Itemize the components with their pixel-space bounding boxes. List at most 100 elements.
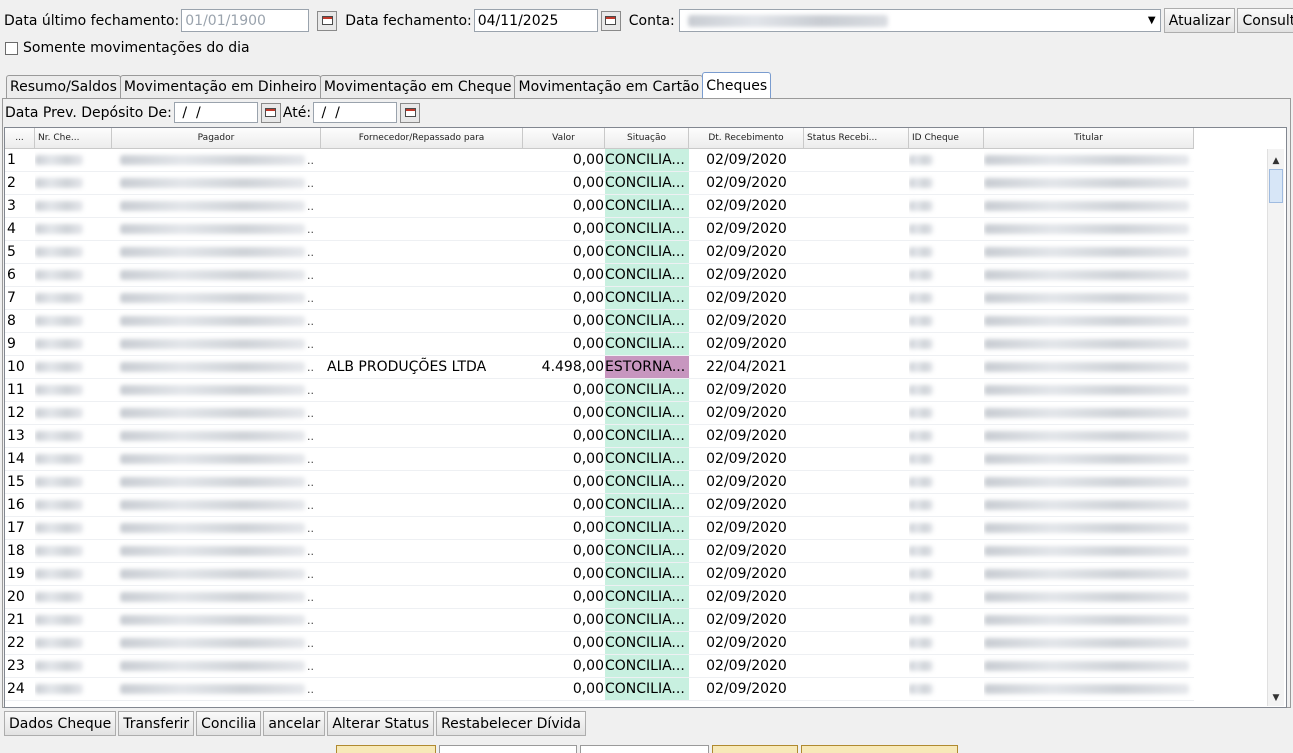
table-row[interactable]: 3.. 0,00 CONCILIA... 02/09/2020: [5, 195, 1194, 218]
table-row[interactable]: 18.. 0,00 CONCILIA... 02/09/2020: [5, 540, 1194, 563]
row-number: 20: [5, 586, 35, 609]
cheques-grid[interactable]: ... Nr. Che... Pagador Fornecedor/Repass…: [4, 127, 1287, 708]
table-row[interactable]: 5.. 0,00 CONCILIA... 02/09/2020: [5, 241, 1194, 264]
status-recebimento-cell: [804, 425, 909, 448]
table-row[interactable]: 17.. 0,00 CONCILIA... 02/09/2020: [5, 517, 1194, 540]
situacao-cell: CONCILIA...: [605, 471, 689, 494]
table-row[interactable]: 19.. 0,00 CONCILIA... 02/09/2020: [5, 563, 1194, 586]
table-row[interactable]: 10.. ALB PRODUÇÕES LTDA 4.498,00 ESTORNA...…: [5, 356, 1194, 379]
deposit-to-calendar-button[interactable]: [400, 102, 421, 123]
situacao-cell: CONCILIA...: [605, 540, 689, 563]
table-row[interactable]: 13.. 0,00 CONCILIA... 02/09/2020: [5, 425, 1194, 448]
table-row[interactable]: 11.. 0,00 CONCILIA... 02/09/2020: [5, 379, 1194, 402]
situacao-cell: CONCILIA...: [605, 586, 689, 609]
situacao-cell: CONCILIA...: [605, 494, 689, 517]
table-row[interactable]: 6.. 0,00 CONCILIA... 02/09/2020: [5, 264, 1194, 287]
column-header-dt-recebimento[interactable]: Dt. Recebimento: [689, 128, 804, 149]
last-close-date-field[interactable]: 01/01/1900: [181, 9, 310, 32]
query-button[interactable]: Consultar: [1237, 8, 1293, 33]
nr-cheque-cell: [35, 425, 112, 448]
redacted-value: [35, 615, 83, 625]
row-number: 13: [5, 425, 35, 448]
deposit-to-field[interactable]: / /: [313, 102, 398, 123]
nr-cheque-cell: [35, 172, 112, 195]
only-day-checkbox[interactable]: [5, 41, 18, 55]
column-header-nr-cheque[interactable]: Nr. Che...: [35, 128, 112, 149]
status-recebimento-cell: [804, 379, 909, 402]
transferir-button[interactable]: Transferir: [118, 711, 195, 736]
column-header-pagador[interactable]: Pagador: [112, 128, 321, 149]
dados-cheque-button[interactable]: Dados Cheque: [4, 711, 117, 736]
table-row[interactable]: 20.. 0,00 CONCILIA... 02/09/2020: [5, 586, 1194, 609]
deposit-from-calendar-button[interactable]: [260, 102, 281, 123]
deposit-to-value: / /: [317, 104, 340, 121]
conciliar-button[interactable]: Concilia: [196, 711, 262, 736]
last-close-date-value: 01/01/1900: [185, 12, 266, 29]
deposit-from-label: Data Prev. Depósito De:: [5, 104, 172, 121]
table-row[interactable]: 4.. 0,00 CONCILIA... 02/09/2020: [5, 218, 1194, 241]
row-number: 16: [5, 494, 35, 517]
deposit-from-field[interactable]: / /: [173, 102, 258, 123]
redacted-value: [120, 454, 305, 464]
column-header-status-recebimento[interactable]: Status Recebi...: [804, 128, 909, 149]
dt-recebimento-cell: 22/04/2021: [689, 356, 804, 379]
update-button[interactable]: Atualizar: [1163, 8, 1236, 33]
table-row[interactable]: 9.. 0,00 CONCILIA... 02/09/2020: [5, 333, 1194, 356]
account-select[interactable]: ▼: [678, 9, 1161, 32]
redacted-value: [120, 316, 305, 326]
redacted-value: [120, 615, 305, 625]
table-row[interactable]: 2.. 0,00 CONCILIA... 02/09/2020: [5, 172, 1194, 195]
table-row[interactable]: 8.. 0,00 CONCILIA... 02/09/2020: [5, 310, 1194, 333]
redacted-value: [120, 592, 305, 602]
column-header-titular[interactable]: Titular: [984, 128, 1194, 149]
table-row[interactable]: 12.. 0,00 CONCILIA... 02/09/2020: [5, 402, 1194, 425]
scroll-down-icon[interactable]: ▼: [1268, 689, 1284, 706]
scrollbar-thumb[interactable]: [1269, 169, 1283, 203]
fornecedor-cell: ALB PRODUÇÕES LTDA: [321, 356, 523, 379]
table-row[interactable]: 14.. 0,00 CONCILIA... 02/09/2020: [5, 448, 1194, 471]
redacted-value: [984, 316, 1189, 326]
column-header-indicator[interactable]: ...: [5, 128, 35, 149]
table-row[interactable]: 7.. 0,00 CONCILIA... 02/09/2020: [5, 287, 1194, 310]
column-header-fornecedor[interactable]: Fornecedor/Repassado para: [321, 128, 523, 149]
table-row[interactable]: 24.. 0,00 CONCILIA... 02/09/2020: [5, 678, 1194, 701]
table-row[interactable]: 22.. 0,00 CONCILIA... 02/09/2020: [5, 632, 1194, 655]
tab-movimentacao-dinheiro[interactable]: Movimentação em Dinheiro: [119, 75, 321, 98]
cancelar-button[interactable]: ancelar: [263, 711, 326, 736]
table-row[interactable]: 23.. 0,00 CONCILIA... 02/09/2020: [5, 655, 1194, 678]
table-row[interactable]: 1.. 0,00 CONCILIA... 02/09/2020: [5, 149, 1194, 172]
fornecedor-cell: [321, 517, 523, 540]
column-header-id-cheque[interactable]: ID Cheque: [909, 128, 984, 149]
column-header-situacao[interactable]: Situação: [605, 128, 689, 149]
redacted-value: [984, 293, 1189, 303]
restabelecer-divida-button[interactable]: Restabelecer Dívida: [436, 711, 586, 736]
redacted-value: [120, 201, 305, 211]
pagador-cell: ..: [112, 448, 321, 471]
last-close-calendar-button[interactable]: [317, 10, 338, 31]
valor-cell: 0,00: [523, 310, 605, 333]
tab-cheques[interactable]: Cheques: [702, 72, 772, 98]
vertical-scrollbar[interactable]: ▲ ▼: [1267, 149, 1284, 706]
tab-movimentacao-cheque[interactable]: Movimentação em Cheque: [319, 75, 516, 98]
column-header-valor[interactable]: Valor: [523, 128, 605, 149]
pagador-cell: ..: [112, 402, 321, 425]
table-row[interactable]: 21.. 0,00 CONCILIA... 02/09/2020: [5, 609, 1194, 632]
tab-resumo-saldos[interactable]: Resumo/Saldos: [6, 75, 121, 98]
situacao-cell: CONCILIA...: [605, 149, 689, 172]
valor-cell: 0,00: [523, 241, 605, 264]
fornecedor-cell: [321, 448, 523, 471]
table-row[interactable]: 15.. 0,00 CONCILIA... 02/09/2020: [5, 471, 1194, 494]
close-date-calendar-button[interactable]: [600, 10, 621, 31]
situacao-cell: CONCILIA...: [605, 678, 689, 701]
status-recebimento-cell: [804, 632, 909, 655]
table-row[interactable]: 16.. 0,00 CONCILIA... 02/09/2020: [5, 494, 1194, 517]
alterar-status-button[interactable]: Alterar Status: [327, 711, 435, 736]
close-date-field[interactable]: 04/11/2025: [473, 9, 598, 32]
titular-cell: [984, 586, 1194, 609]
redacted-value: [984, 569, 1189, 579]
titular-cell: [984, 218, 1194, 241]
scroll-up-icon[interactable]: ▲: [1268, 152, 1284, 169]
chevron-down-icon[interactable]: ▼: [1144, 10, 1160, 31]
tab-movimentacao-cartao[interactable]: Movimentação em Cartão: [514, 75, 704, 98]
partial-panel-strip: [336, 745, 436, 753]
